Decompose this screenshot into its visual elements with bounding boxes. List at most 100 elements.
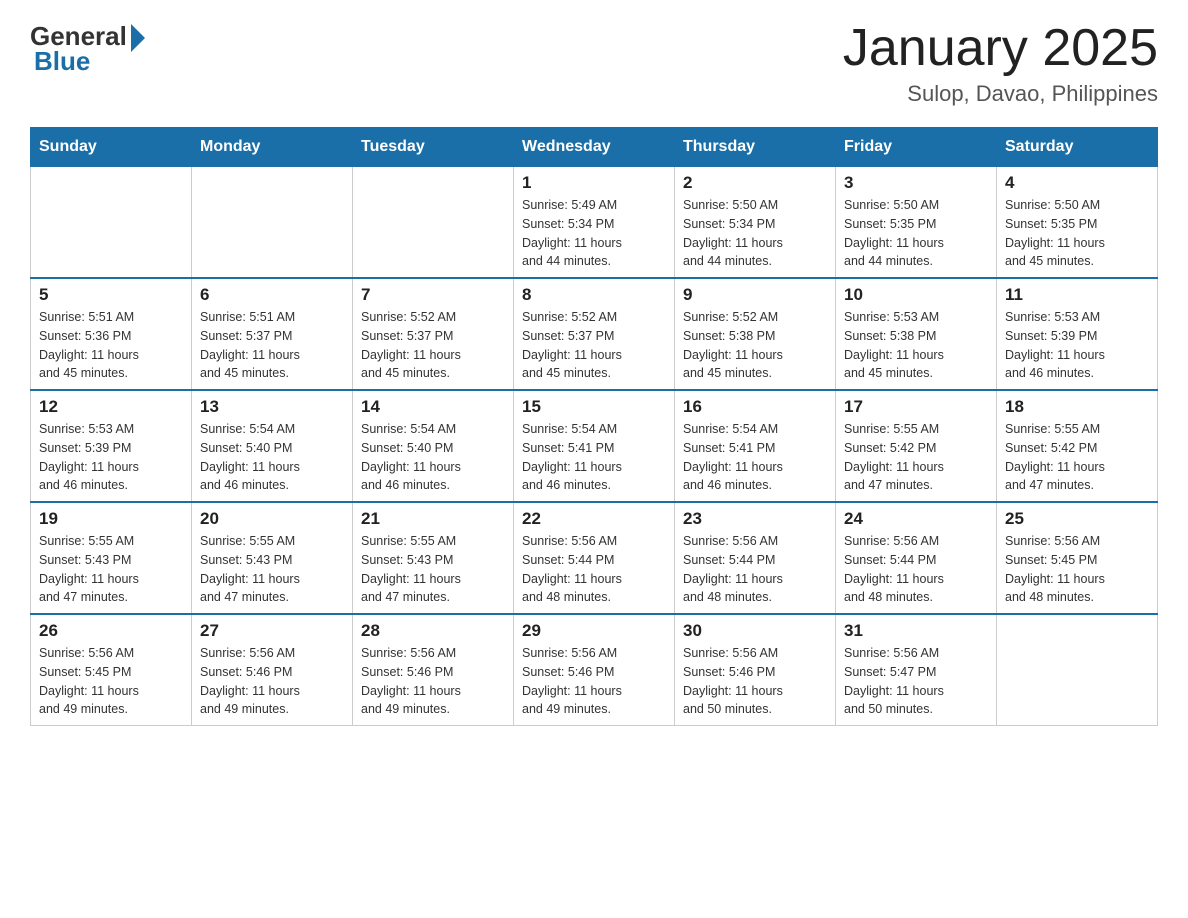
- day-info: Sunrise: 5:54 AM Sunset: 5:40 PM Dayligh…: [200, 420, 344, 495]
- table-row: 2 Sunrise: 5:50 AM Sunset: 5:34 PM Daylig…: [675, 167, 836, 279]
- table-row: 27 Sunrise: 5:56 AM Sunset: 5:46 PM Dayli…: [192, 614, 353, 726]
- day-info: Sunrise: 5:49 AM Sunset: 5:34 PM Dayligh…: [522, 196, 666, 271]
- day-number: 29: [522, 621, 666, 641]
- day-number: 11: [1005, 285, 1149, 305]
- table-row: 16 Sunrise: 5:54 AM Sunset: 5:41 PM Dayli…: [675, 390, 836, 502]
- day-info: Sunrise: 5:53 AM Sunset: 5:39 PM Dayligh…: [1005, 308, 1149, 383]
- day-number: 7: [361, 285, 505, 305]
- calendar-header-row: Sunday Monday Tuesday Wednesday Thursday…: [31, 128, 1158, 167]
- day-info: Sunrise: 5:56 AM Sunset: 5:44 PM Dayligh…: [522, 532, 666, 607]
- header-saturday: Saturday: [997, 128, 1158, 167]
- logo-blue-text: Blue: [34, 46, 90, 77]
- day-info: Sunrise: 5:54 AM Sunset: 5:41 PM Dayligh…: [522, 420, 666, 495]
- day-info: Sunrise: 5:56 AM Sunset: 5:46 PM Dayligh…: [200, 644, 344, 719]
- day-number: 24: [844, 509, 988, 529]
- day-info: Sunrise: 5:51 AM Sunset: 5:36 PM Dayligh…: [39, 308, 183, 383]
- table-row: 29 Sunrise: 5:56 AM Sunset: 5:46 PM Dayli…: [514, 614, 675, 726]
- day-number: 27: [200, 621, 344, 641]
- logo-arrow-icon: [131, 24, 145, 52]
- day-info: Sunrise: 5:52 AM Sunset: 5:37 PM Dayligh…: [361, 308, 505, 383]
- day-info: Sunrise: 5:56 AM Sunset: 5:44 PM Dayligh…: [683, 532, 827, 607]
- table-row: 21 Sunrise: 5:55 AM Sunset: 5:43 PM Dayli…: [353, 502, 514, 614]
- day-number: 15: [522, 397, 666, 417]
- day-number: 21: [361, 509, 505, 529]
- day-number: 2: [683, 173, 827, 193]
- day-info: Sunrise: 5:55 AM Sunset: 5:43 PM Dayligh…: [361, 532, 505, 607]
- day-info: Sunrise: 5:55 AM Sunset: 5:43 PM Dayligh…: [200, 532, 344, 607]
- table-row: 3Sunrise: 5:50 AM Sunset: 5:35 PM Daylig…: [836, 167, 997, 279]
- location-title: Sulop, Davao, Philippines: [843, 81, 1158, 107]
- day-info: Sunrise: 5:56 AM Sunset: 5:45 PM Dayligh…: [1005, 532, 1149, 607]
- calendar-table: Sunday Monday Tuesday Wednesday Thursday…: [30, 127, 1158, 726]
- day-number: 25: [1005, 509, 1149, 529]
- day-number: 6: [200, 285, 344, 305]
- table-row: 28Sunrise: 5:56 AM Sunset: 5:46 PM Dayli…: [353, 614, 514, 726]
- day-number: 31: [844, 621, 988, 641]
- day-number: 18: [1005, 397, 1149, 417]
- day-number: 20: [200, 509, 344, 529]
- day-number: 13: [200, 397, 344, 417]
- day-number: 30: [683, 621, 827, 641]
- day-number: 16: [683, 397, 827, 417]
- table-row: 25 Sunrise: 5:56 AM Sunset: 5:45 PM Dayli…: [997, 502, 1158, 614]
- day-info: Sunrise: 5:55 AM Sunset: 5:42 PM Dayligh…: [844, 420, 988, 495]
- day-info: Sunrise: 5:55 AM Sunset: 5:42 PM Dayligh…: [1005, 420, 1149, 495]
- day-info: Sunrise: 5:53 AM Sunset: 5:39 PM Dayligh…: [39, 420, 183, 495]
- header-tuesday: Tuesday: [353, 128, 514, 167]
- title-section: January 2025 Sulop, Davao, Philippines: [843, 20, 1158, 107]
- day-info: Sunrise: 5:56 AM Sunset: 5:46 PM Dayligh…: [683, 644, 827, 719]
- table-row: [997, 614, 1158, 726]
- table-row: 7 Sunrise: 5:52 AM Sunset: 5:37 PM Daylig…: [353, 278, 514, 390]
- table-row: 26 Sunrise: 5:56 AM Sunset: 5:45 PM Dayli…: [31, 614, 192, 726]
- table-row: 17 Sunrise: 5:55 AM Sunset: 5:42 PM Dayli…: [836, 390, 997, 502]
- header-sunday: Sunday: [31, 128, 192, 167]
- day-number: 17: [844, 397, 988, 417]
- day-number: 14: [361, 397, 505, 417]
- table-row: 20 Sunrise: 5:55 AM Sunset: 5:43 PM Dayli…: [192, 502, 353, 614]
- table-row: 15 Sunrise: 5:54 AM Sunset: 5:41 PM Dayli…: [514, 390, 675, 502]
- table-row: 22Sunrise: 5:56 AM Sunset: 5:44 PM Dayli…: [514, 502, 675, 614]
- header-monday: Monday: [192, 128, 353, 167]
- day-info: Sunrise: 5:56 AM Sunset: 5:44 PM Dayligh…: [844, 532, 988, 607]
- day-info: Sunrise: 5:56 AM Sunset: 5:46 PM Dayligh…: [361, 644, 505, 719]
- header-wednesday: Wednesday: [514, 128, 675, 167]
- calendar-week-row: 5 Sunrise: 5:51 AM Sunset: 5:36 PM Daylig…: [31, 278, 1158, 390]
- calendar-week-row: 12Sunrise: 5:53 AM Sunset: 5:39 PM Dayli…: [31, 390, 1158, 502]
- day-number: 10: [844, 285, 988, 305]
- day-number: 23: [683, 509, 827, 529]
- day-number: 26: [39, 621, 183, 641]
- table-row: 14Sunrise: 5:54 AM Sunset: 5:40 PM Dayli…: [353, 390, 514, 502]
- table-row: 1Sunrise: 5:49 AM Sunset: 5:34 PM Daylig…: [514, 167, 675, 279]
- day-number: 3: [844, 173, 988, 193]
- day-info: Sunrise: 5:52 AM Sunset: 5:38 PM Dayligh…: [683, 308, 827, 383]
- calendar-week-row: 26 Sunrise: 5:56 AM Sunset: 5:45 PM Dayli…: [31, 614, 1158, 726]
- day-number: 8: [522, 285, 666, 305]
- day-info: Sunrise: 5:50 AM Sunset: 5:35 PM Dayligh…: [1005, 196, 1149, 271]
- table-row: 31 Sunrise: 5:56 AM Sunset: 5:47 PM Dayli…: [836, 614, 997, 726]
- table-row: 30 Sunrise: 5:56 AM Sunset: 5:46 PM Dayli…: [675, 614, 836, 726]
- header-thursday: Thursday: [675, 128, 836, 167]
- month-title: January 2025: [843, 20, 1158, 77]
- table-row: 9 Sunrise: 5:52 AM Sunset: 5:38 PM Daylig…: [675, 278, 836, 390]
- calendar-week-row: 19 Sunrise: 5:55 AM Sunset: 5:43 PM Dayli…: [31, 502, 1158, 614]
- day-number: 5: [39, 285, 183, 305]
- day-number: 19: [39, 509, 183, 529]
- table-row: 13 Sunrise: 5:54 AM Sunset: 5:40 PM Dayli…: [192, 390, 353, 502]
- table-row: 18 Sunrise: 5:55 AM Sunset: 5:42 PM Dayli…: [997, 390, 1158, 502]
- day-info: Sunrise: 5:56 AM Sunset: 5:47 PM Dayligh…: [844, 644, 988, 719]
- table-row: 23 Sunrise: 5:56 AM Sunset: 5:44 PM Dayli…: [675, 502, 836, 614]
- day-info: Sunrise: 5:54 AM Sunset: 5:41 PM Dayligh…: [683, 420, 827, 495]
- day-number: 9: [683, 285, 827, 305]
- table-row: 5 Sunrise: 5:51 AM Sunset: 5:36 PM Daylig…: [31, 278, 192, 390]
- table-row: 11 Sunrise: 5:53 AM Sunset: 5:39 PM Dayli…: [997, 278, 1158, 390]
- table-row: [353, 167, 514, 279]
- day-info: Sunrise: 5:51 AM Sunset: 5:37 PM Dayligh…: [200, 308, 344, 383]
- table-row: 4Sunrise: 5:50 AM Sunset: 5:35 PM Daylig…: [997, 167, 1158, 279]
- table-row: 8 Sunrise: 5:52 AM Sunset: 5:37 PM Daylig…: [514, 278, 675, 390]
- day-info: Sunrise: 5:50 AM Sunset: 5:34 PM Dayligh…: [683, 196, 827, 271]
- day-info: Sunrise: 5:56 AM Sunset: 5:46 PM Dayligh…: [522, 644, 666, 719]
- day-info: Sunrise: 5:52 AM Sunset: 5:37 PM Dayligh…: [522, 308, 666, 383]
- calendar-week-row: 1Sunrise: 5:49 AM Sunset: 5:34 PM Daylig…: [31, 167, 1158, 279]
- day-info: Sunrise: 5:56 AM Sunset: 5:45 PM Dayligh…: [39, 644, 183, 719]
- day-info: Sunrise: 5:55 AM Sunset: 5:43 PM Dayligh…: [39, 532, 183, 607]
